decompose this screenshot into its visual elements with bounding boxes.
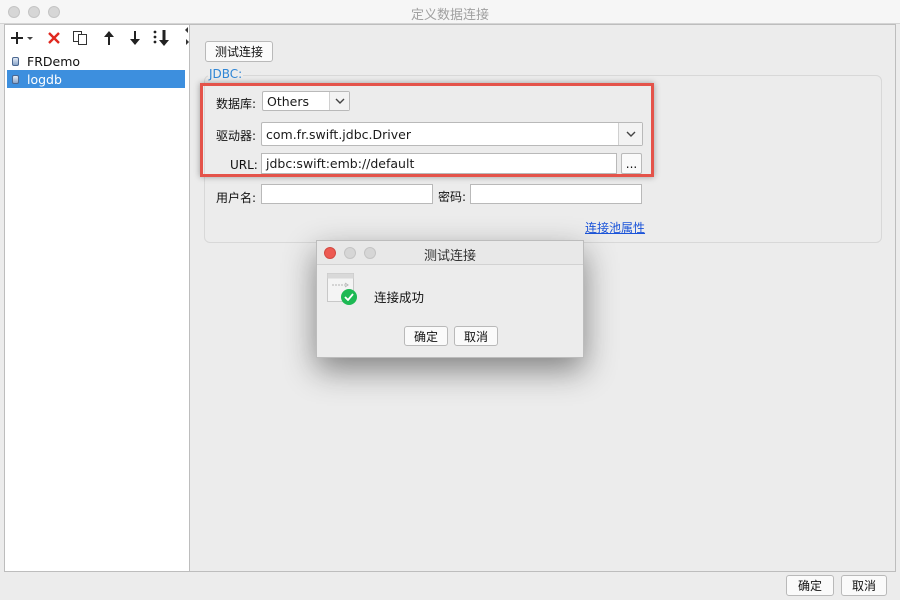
jdbc-group-label: JDBC:	[208, 67, 244, 81]
connection-toolbar	[5, 25, 189, 51]
add-connection-button[interactable]	[11, 28, 35, 48]
url-browse-button[interactable]: ...	[621, 153, 642, 174]
test-connection-button[interactable]: 测试连接	[205, 41, 273, 62]
driver-select-value: com.fr.swift.jdbc.Driver	[266, 126, 411, 142]
sort-button[interactable]	[151, 28, 171, 48]
move-down-button[interactable]	[127, 28, 143, 48]
dialog-title: 测试连接	[423, 249, 476, 264]
ok-button[interactable]: 确定	[786, 575, 834, 596]
move-down-icon	[130, 31, 140, 45]
move-up-button[interactable]	[101, 28, 117, 48]
url-label: URL:	[230, 158, 258, 172]
username-label: 用户名:	[216, 191, 257, 205]
window-titlebar: 定义数据连接	[0, 0, 900, 24]
sort-icon	[153, 30, 169, 46]
dialog-ok-button[interactable]: 确定	[404, 326, 448, 346]
add-icon	[11, 32, 33, 44]
delete-connection-button[interactable]	[45, 28, 63, 48]
connection-status-message: 连接成功	[374, 290, 425, 305]
connection-item-logdb[interactable]: logdb	[7, 70, 185, 88]
database-select-value: Others	[267, 93, 310, 109]
connection-item-frdemo[interactable]: FRDemo	[7, 52, 185, 70]
database-select[interactable]: Others	[262, 91, 350, 111]
copy-icon	[73, 31, 87, 45]
window-title: 定义数据连接	[410, 8, 489, 23]
copy-connection-button[interactable]	[71, 28, 89, 48]
password-label: 密码:	[438, 190, 467, 204]
dialog-cancel-button[interactable]: 取消	[454, 326, 498, 346]
database-label: 数据库:	[216, 97, 257, 111]
chevron-down-icon[interactable]	[618, 123, 642, 145]
test-connection-dialog: 测试连接 连接成功 确定 取消	[316, 240, 584, 358]
dialog-titlebar: 测试连接	[317, 241, 583, 265]
success-check-icon	[341, 289, 357, 305]
driver-label: 驱动器:	[216, 129, 257, 143]
data-connection-window: 定义数据连接 FRDemo logdb 测试连接 JDBC: 数据库: Othe…	[0, 0, 900, 600]
connection-item-label: logdb	[27, 71, 62, 87]
password-input[interactable]	[470, 184, 642, 204]
delete-icon	[48, 32, 60, 44]
database-icon	[12, 74, 19, 84]
panel-splitter[interactable]	[182, 24, 190, 572]
connection-list-panel: FRDemo logdb	[4, 24, 190, 572]
pool-properties-link[interactable]: 连接池属性	[585, 219, 645, 236]
driver-select[interactable]: com.fr.swift.jdbc.Driver	[261, 122, 643, 146]
username-input[interactable]	[261, 184, 433, 204]
move-up-icon	[104, 31, 114, 45]
url-input[interactable]: jdbc:swift:emb://default	[261, 153, 617, 174]
database-icon	[12, 56, 19, 66]
cancel-button[interactable]: 取消	[841, 575, 887, 596]
chevron-down-icon[interactable]	[329, 92, 349, 110]
connection-item-label: FRDemo	[27, 53, 81, 69]
